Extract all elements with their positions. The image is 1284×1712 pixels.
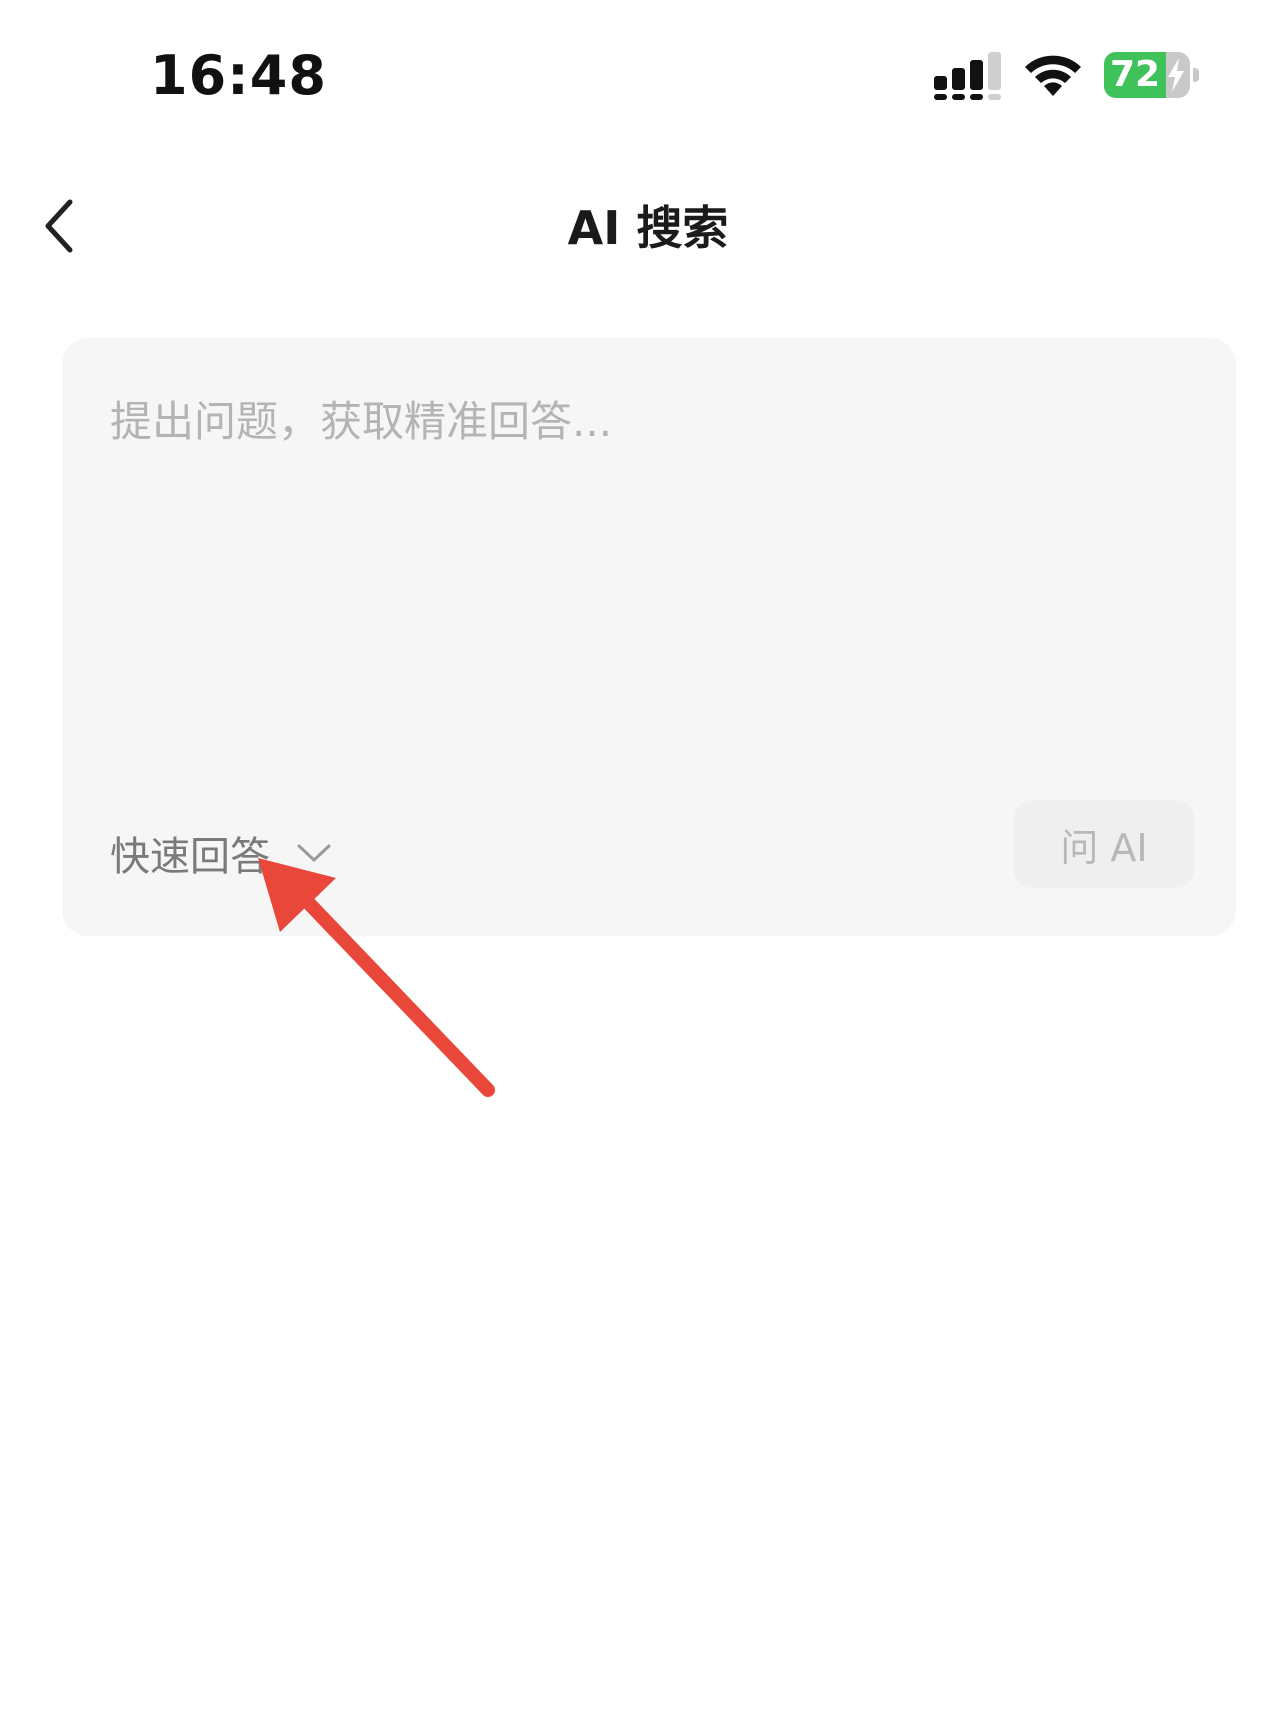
battery-charging-icon: 72 — [1104, 52, 1200, 100]
battery-level-text: 72 — [1110, 54, 1161, 95]
navigation-bar: AI 搜索 — [0, 170, 1284, 280]
answer-mode-dropdown[interactable]: 快速回答 — [110, 818, 332, 888]
wifi-icon — [1025, 55, 1081, 96]
battery-tip — [1193, 68, 1199, 82]
ask-ai-button[interactable]: 问 AI — [1014, 800, 1194, 888]
page-title: AI 搜索 — [567, 201, 729, 255]
query-card: 快速回答 问 AI — [62, 338, 1236, 936]
question-input[interactable] — [110, 388, 1190, 688]
charging-bolt-icon — [1168, 58, 1184, 92]
status-time: 16:48 — [150, 44, 327, 107]
answer-mode-label: 快速回答 — [110, 834, 270, 880]
status-bar: 16:48 72 — [0, 0, 1284, 150]
cellular-signal-icon — [934, 52, 1001, 100]
chevron-down-icon — [297, 844, 331, 862]
